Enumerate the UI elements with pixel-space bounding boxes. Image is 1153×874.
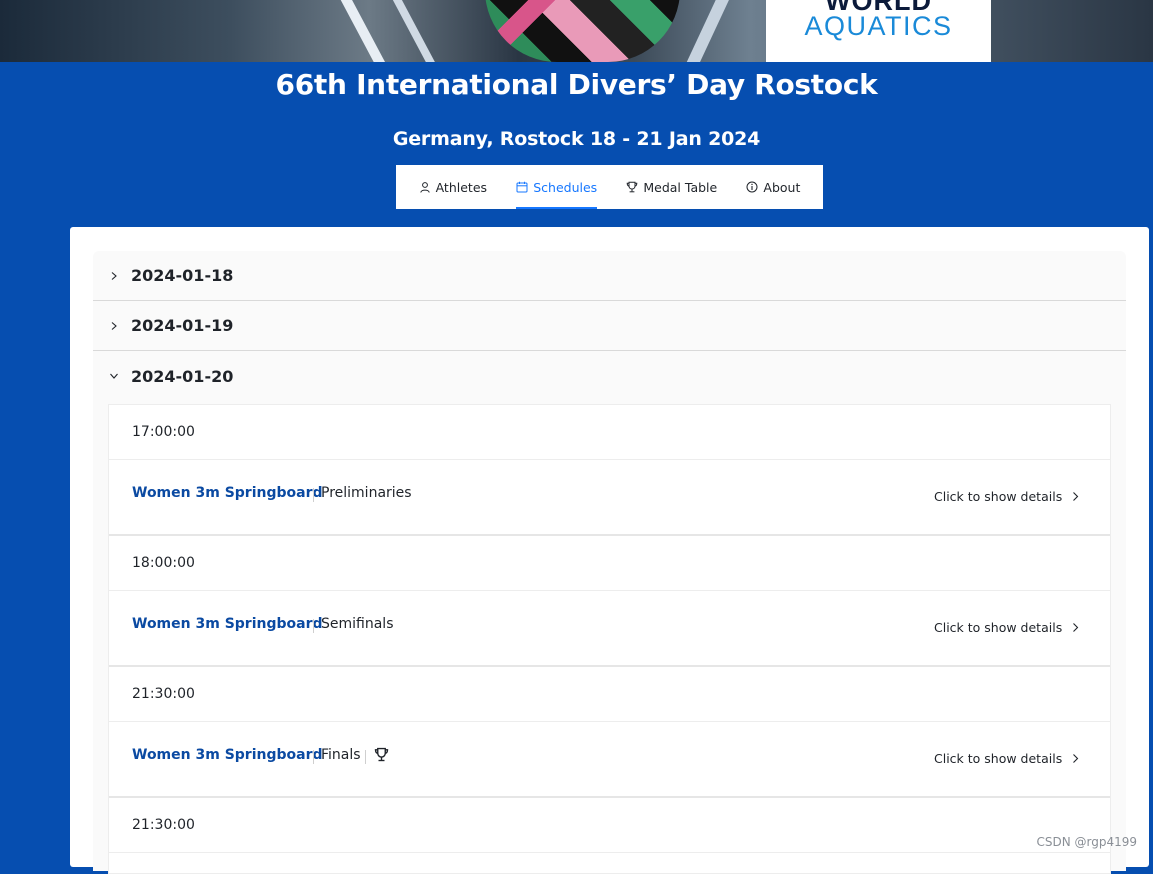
user-icon: [419, 182, 430, 193]
tab-label: About: [763, 179, 801, 195]
show-details-button[interactable]: Click to show details: [934, 751, 1081, 766]
day-date: 2024-01-19: [131, 316, 234, 335]
details-label: Click to show details: [934, 489, 1063, 504]
session-time: 21:30:00: [109, 798, 1110, 853]
tab-bar: Athletes Schedules Medal Table About: [396, 165, 823, 209]
event-row[interactable]: Women 3m Springboard Semifinals Click to…: [109, 591, 1110, 667]
watermark: CSDN @rgp4199: [1036, 835, 1137, 849]
day-header-2024-01-20[interactable]: 2024-01-20: [93, 351, 1126, 401]
day-schedule-list: 17:00:00 Women 3m Springboard Preliminar…: [108, 404, 1111, 874]
banner-stripe: [391, 0, 441, 62]
tab-athletes[interactable]: Athletes: [419, 165, 487, 209]
banner-stripe: [339, 0, 391, 62]
tab-about[interactable]: About: [746, 165, 800, 209]
day-header-2024-01-19[interactable]: 2024-01-19: [93, 301, 1126, 351]
divider: [313, 619, 314, 633]
logo-line-aquatics: AQUATICS: [804, 11, 953, 41]
event-phase: Finals: [321, 747, 361, 763]
hero-banner: WORLD AQUATICS: [0, 0, 1153, 62]
chevron-down-icon: [110, 373, 118, 379]
chevron-right-icon: [1073, 754, 1079, 763]
tab-medal-table[interactable]: Medal Table: [626, 165, 717, 209]
divider: [365, 750, 366, 764]
chevron-right-icon: [111, 271, 117, 280]
page-title: 66th International Divers’ Day Rostock: [275, 68, 878, 101]
day-header-2024-01-18[interactable]: 2024-01-18: [93, 251, 1126, 301]
event-row[interactable]: Women 3m Springboard Finals Click to sho…: [109, 722, 1110, 798]
chevron-right-icon: [111, 321, 117, 330]
event-phase: Preliminaries: [321, 485, 412, 501]
details-label: Click to show details: [934, 751, 1063, 766]
show-details-button[interactable]: Click to show details: [934, 489, 1081, 504]
medal-trophy-icon: [374, 747, 389, 762]
event-name-link[interactable]: Women 3m Springboard: [132, 485, 323, 501]
session-time: 18:00:00: [109, 536, 1110, 591]
day-accordion: 2024-01-18 2024-01-19 2024-01-20 17:00:0…: [93, 251, 1126, 874]
chevron-right-icon: [1073, 492, 1079, 501]
event-location-dates: Germany, Rostock 18 - 21 Jan 2024: [392, 128, 761, 150]
show-details-button[interactable]: Click to show details: [934, 620, 1081, 635]
diver-photo: [485, 0, 680, 62]
calendar-icon: [516, 181, 528, 193]
event-row[interactable]: Women 3m Springboard Preliminaries Click…: [109, 460, 1110, 536]
details-label: Click to show details: [934, 620, 1063, 635]
info-icon: [746, 181, 758, 193]
session-time: 21:30:00: [109, 667, 1110, 722]
event-name-link[interactable]: Women 3m Springboard: [132, 616, 323, 632]
tab-label: Schedules: [533, 179, 598, 195]
schedule-panel: 2024-01-18 2024-01-19 2024-01-20 17:00:0…: [70, 227, 1149, 874]
divider: [313, 488, 314, 502]
tab-label: Medal Table: [643, 179, 718, 195]
event-name-link[interactable]: Women 3m Springboard: [132, 747, 323, 763]
session-time: 17:00:00: [109, 405, 1110, 460]
day-date: 2024-01-18: [131, 266, 234, 285]
world-aquatics-logo: WORLD AQUATICS: [766, 0, 991, 62]
tab-schedules[interactable]: Schedules: [516, 165, 597, 209]
tab-label: Athletes: [435, 179, 488, 195]
trophy-icon: [627, 181, 638, 193]
banner-stripe: [681, 0, 731, 62]
event-phase: Semifinals: [321, 616, 394, 632]
day-date: 2024-01-20: [131, 366, 234, 386]
divider: [313, 750, 314, 764]
chevron-right-icon: [1073, 623, 1079, 632]
